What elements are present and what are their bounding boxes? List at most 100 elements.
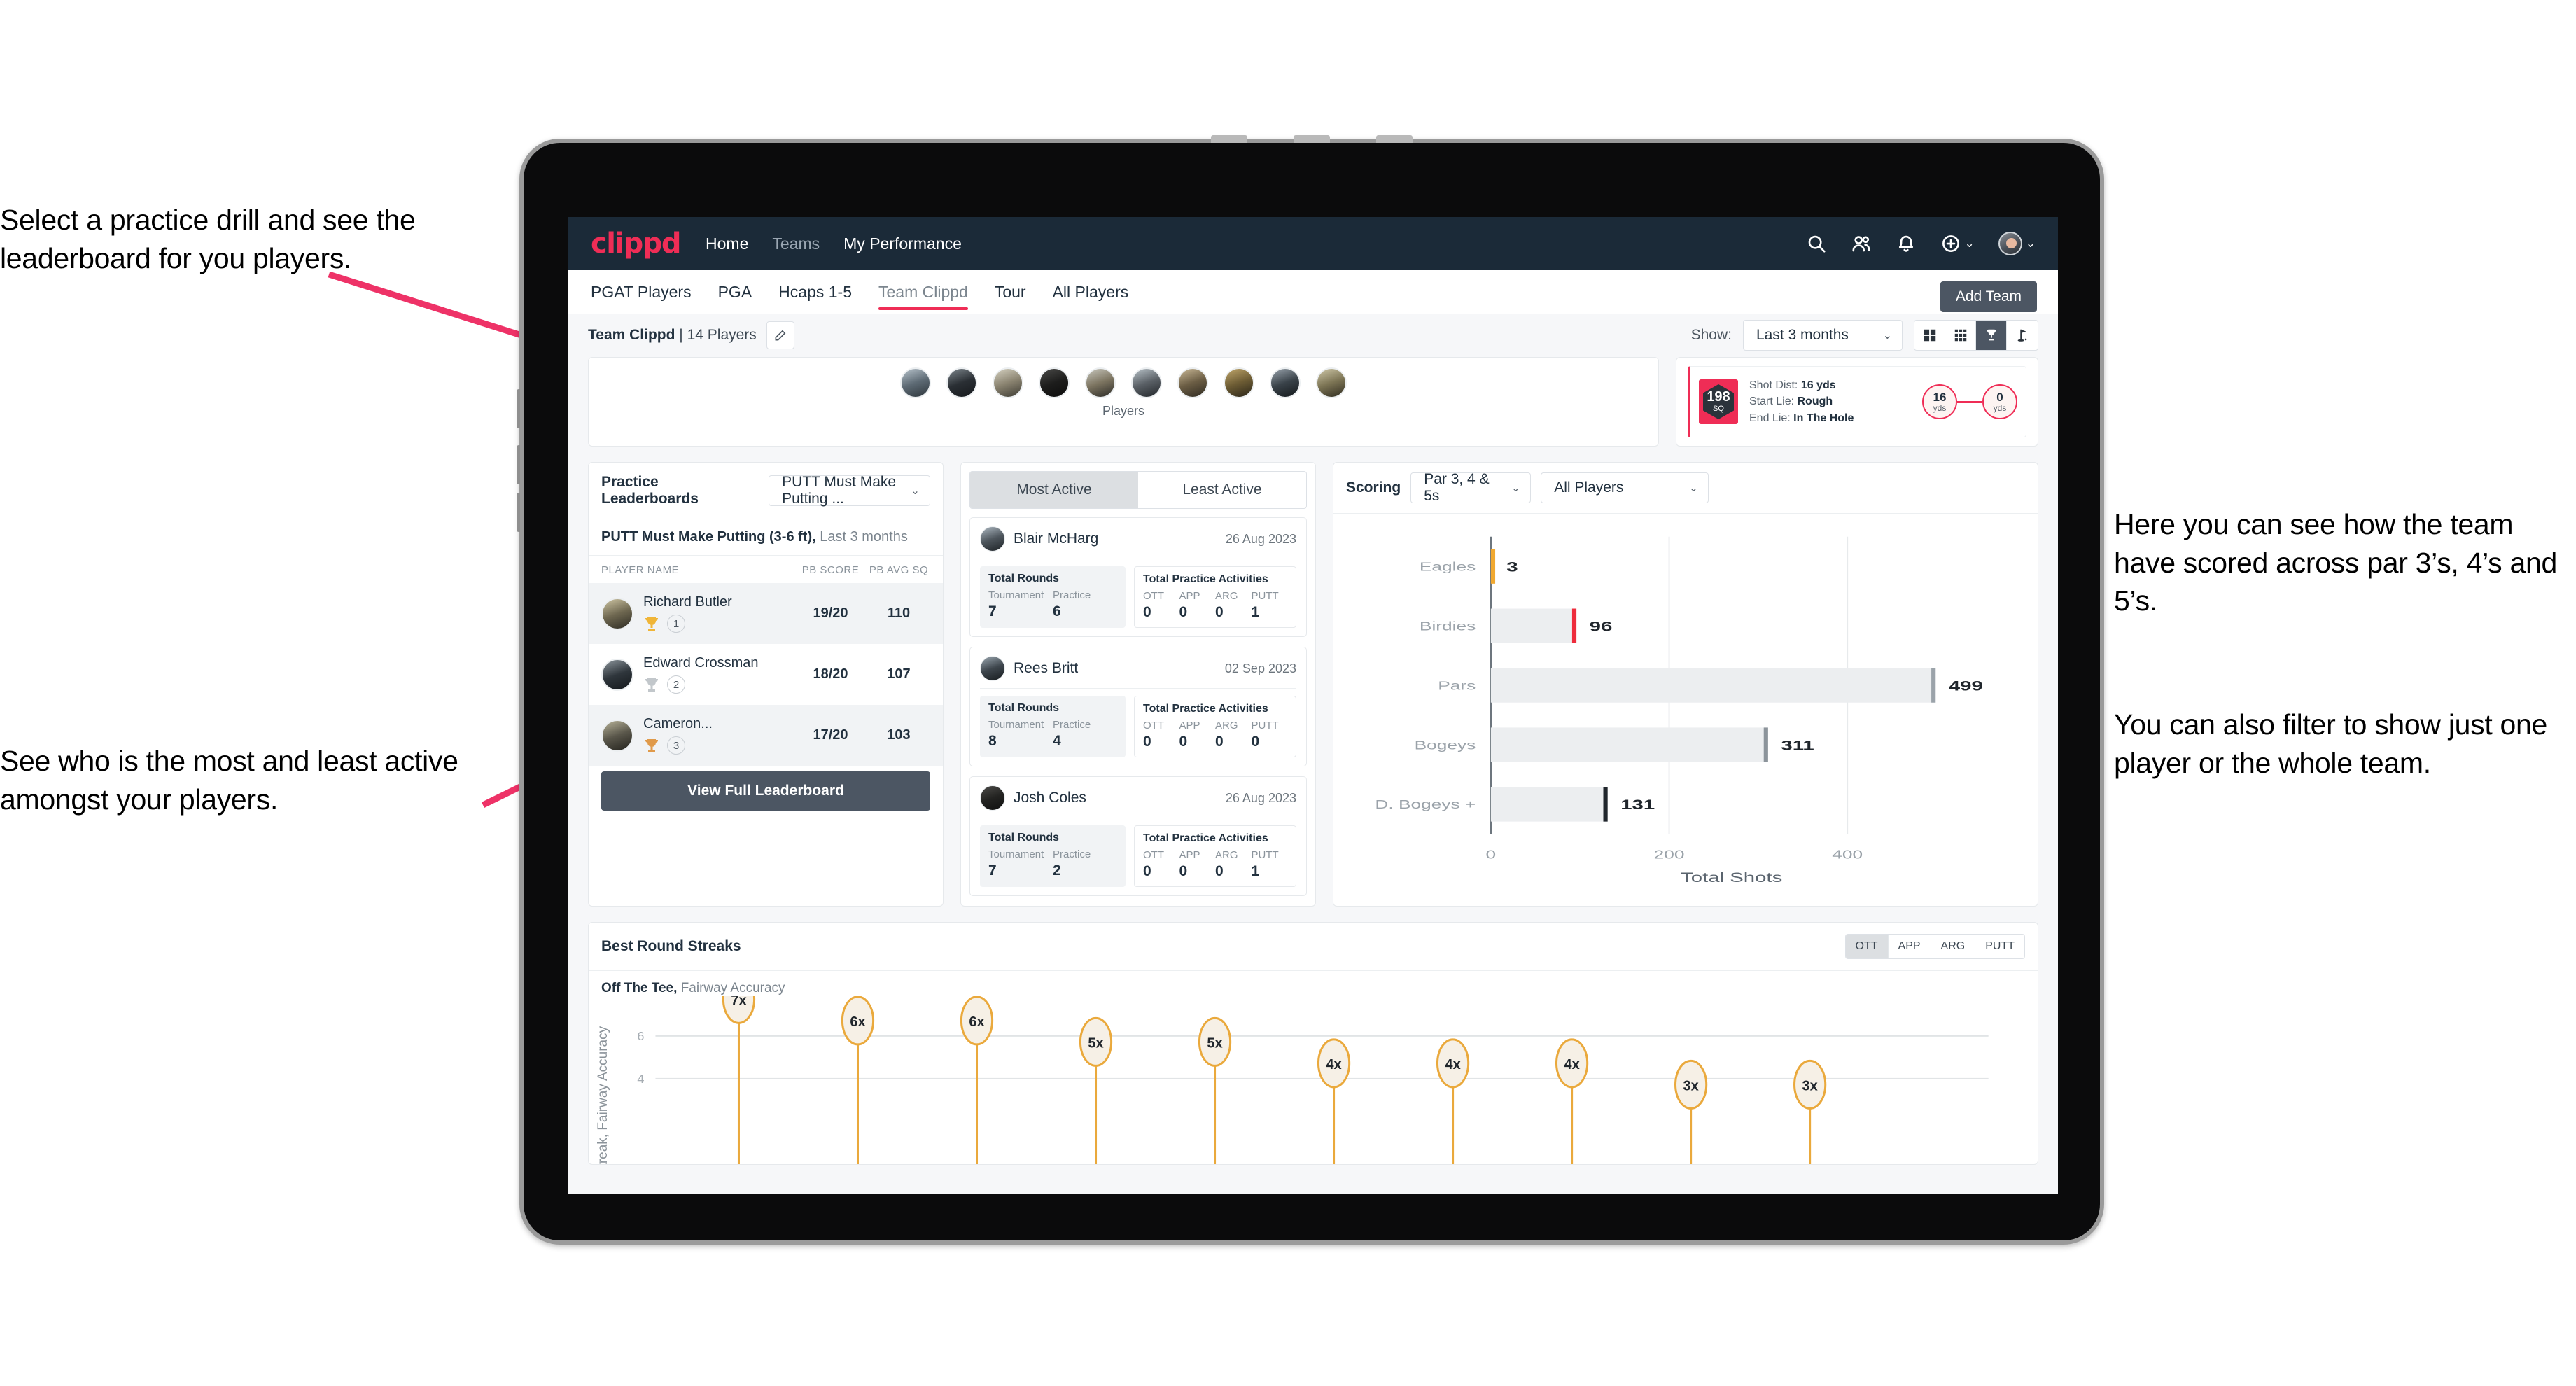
avatar[interactable]	[900, 368, 931, 398]
distance-to-unit: yds	[1993, 402, 2007, 413]
avatar[interactable]	[1998, 232, 2022, 255]
label-app: APP	[1179, 849, 1200, 861]
tab-all-players[interactable]: All Players	[1053, 270, 1129, 314]
avatar[interactable]	[1085, 368, 1116, 398]
tab-most-active[interactable]: Most Active	[970, 472, 1138, 508]
tab-pgat-players[interactable]: PGAT Players	[591, 270, 692, 314]
camera-bumps	[1211, 135, 1413, 143]
nav-link-home[interactable]: Home	[706, 234, 748, 253]
streaks-tabs: OTT APP ARG PUTT	[1844, 934, 2025, 959]
par-filter-select[interactable]: Par 3, 4 & 5s ⌄	[1410, 471, 1532, 504]
avatar[interactable]	[1039, 368, 1070, 398]
value-practice: 6	[1053, 603, 1061, 620]
value-tournament: 7	[988, 603, 997, 620]
tab-pga[interactable]: PGA	[718, 270, 752, 314]
list-item[interactable]: Rees Britt 02 Sep 2023 Total Rounds Tour…	[969, 647, 1307, 766]
trophy-icon	[645, 617, 659, 631]
start-lie-value: Rough	[1797, 396, 1833, 408]
best-round-streaks-panel: Best Round Streaks OTT APP ARG PUTT Off …	[588, 922, 2038, 1165]
avatar[interactable]	[1177, 368, 1208, 398]
tab-putt[interactable]: PUTT	[1975, 934, 2024, 958]
sq-badge: 198 SQ	[1699, 379, 1738, 424]
add-team-button[interactable]: Add Team	[1940, 281, 2037, 312]
player-name: Cameron...	[643, 716, 713, 732]
value-putt: 1	[1251, 604, 1260, 620]
nav-link-my-performance[interactable]: My Performance	[844, 234, 962, 253]
pb-score: 18/20	[813, 666, 848, 682]
svg-text:5x: 5x	[1207, 1035, 1222, 1051]
players-filter-select[interactable]: All Players ⌄	[1541, 472, 1709, 503]
player-name: Edward Crossman	[643, 655, 759, 671]
device-side-button	[517, 389, 520, 428]
nav-link-teams[interactable]: Teams	[772, 234, 820, 253]
show-period-select[interactable]: Last 3 months ⌄	[1743, 320, 1903, 351]
drill-select[interactable]: PUTT Must Make Putting ... ⌄	[769, 474, 930, 507]
main-content: Team Clippd | 14 Players Show: Last 3 mo…	[568, 314, 2058, 1194]
svg-text:499: 499	[1949, 678, 1983, 694]
practice-leaderboards-panel: Practice Leaderboards PUTT Must Make Put…	[588, 462, 944, 906]
value-putt: 1	[1251, 863, 1260, 879]
svg-text:6x: 6x	[850, 1014, 865, 1030]
tab-tour[interactable]: Tour	[995, 270, 1026, 314]
tab-arg[interactable]: ARG	[1931, 934, 1976, 958]
add-menu[interactable]: ⌄	[1940, 233, 1975, 254]
rank-badge: 2	[667, 676, 685, 694]
value-arg: 0	[1215, 604, 1224, 620]
value-tournament: 8	[988, 733, 997, 749]
avatar[interactable]	[1131, 368, 1162, 398]
leaderboard-title: Practice Leaderboards	[601, 474, 699, 507]
avatar[interactable]	[1224, 368, 1254, 398]
view-toggle-golf-flag[interactable]	[2007, 321, 2038, 350]
view-toggle-grid-small[interactable]	[1945, 321, 1976, 350]
middle-row: Practice Leaderboards PUTT Must Make Put…	[588, 462, 2038, 906]
avatar[interactable]	[993, 368, 1023, 398]
tab-ott[interactable]: OTT	[1845, 934, 1889, 958]
distance-from-value: 16	[1933, 390, 1947, 404]
tab-app[interactable]: APP	[1889, 934, 1931, 958]
label-ott: OTT	[1143, 720, 1164, 732]
chevron-down-icon: ⌄	[910, 485, 920, 497]
value-arg: 0	[1215, 863, 1224, 879]
avatar[interactable]	[946, 368, 977, 398]
view-toggle-trophy[interactable]	[1976, 321, 2007, 350]
label-arg: ARG	[1215, 849, 1238, 861]
svg-text:6: 6	[637, 1029, 644, 1043]
total-rounds-box: Total Rounds Tournament 7 Practice 6	[980, 566, 1126, 628]
clippd-logo[interactable]: clippd	[591, 227, 682, 260]
list-item[interactable]: Blair McHarg 26 Aug 2023 Total Rounds To…	[969, 517, 1307, 637]
activity-tabs: Most Active Least Active	[969, 471, 1307, 509]
plus-circle-icon[interactable]	[1940, 233, 1961, 254]
annotation-most-least-active: See who is the most and least active amo…	[0, 745, 458, 816]
tab-team-clippd[interactable]: Team Clippd	[878, 270, 968, 314]
svg-text:4x: 4x	[1445, 1057, 1460, 1072]
avatar[interactable]	[1316, 368, 1347, 398]
sq-value: 198	[1707, 388, 1730, 405]
view-toggle-grid-large[interactable]	[1914, 321, 1945, 350]
people-icon[interactable]	[1851, 233, 1872, 254]
list-item[interactable]: Josh Coles 26 Aug 2023 Total Rounds Tour…	[969, 776, 1307, 896]
player-name: Josh Coles	[1014, 790, 1086, 806]
scoring-title: Scoring	[1346, 479, 1401, 496]
nav-right-icons: ⌄ ⌄	[1806, 232, 2036, 255]
table-row[interactable]: Edward Crossman 2 18/20 107	[589, 644, 943, 705]
tab-hcaps-1-5[interactable]: Hcaps 1-5	[778, 270, 852, 314]
search-icon[interactable]	[1806, 233, 1827, 254]
svg-text:131: 131	[1620, 797, 1655, 813]
view-full-leaderboard-button[interactable]: View Full Leaderboard	[601, 771, 930, 811]
streaks-subtitle: Off The Tee, Fairway Accuracy	[589, 971, 2038, 996]
svg-text:3x: 3x	[1683, 1078, 1698, 1093]
label-app: APP	[1179, 720, 1200, 732]
avatar[interactable]	[1270, 368, 1301, 398]
svg-text:Streak, Fairway Accuracy: Streak, Fairway Accuracy	[596, 1026, 610, 1164]
tab-least-active[interactable]: Least Active	[1138, 472, 1306, 508]
bell-icon[interactable]	[1896, 233, 1917, 254]
table-row[interactable]: Richard Butler 1 19/20 110	[589, 583, 943, 644]
profile-menu[interactable]: ⌄	[1998, 232, 2036, 255]
table-row[interactable]: Cameron... 3 17/20 103	[589, 705, 943, 766]
streaks-chart: 4 6 Streak, Fairway Accuracy 7x 6x 6x 5x 5x 4x 4x…	[596, 996, 1989, 1164]
show-period-value: Last 3 months	[1756, 327, 1849, 343]
player-name: Richard Butler	[643, 594, 732, 610]
device-side-button	[517, 445, 520, 484]
team-name: Team Clippd	[588, 327, 676, 343]
edit-team-button[interactable]	[766, 321, 794, 349]
